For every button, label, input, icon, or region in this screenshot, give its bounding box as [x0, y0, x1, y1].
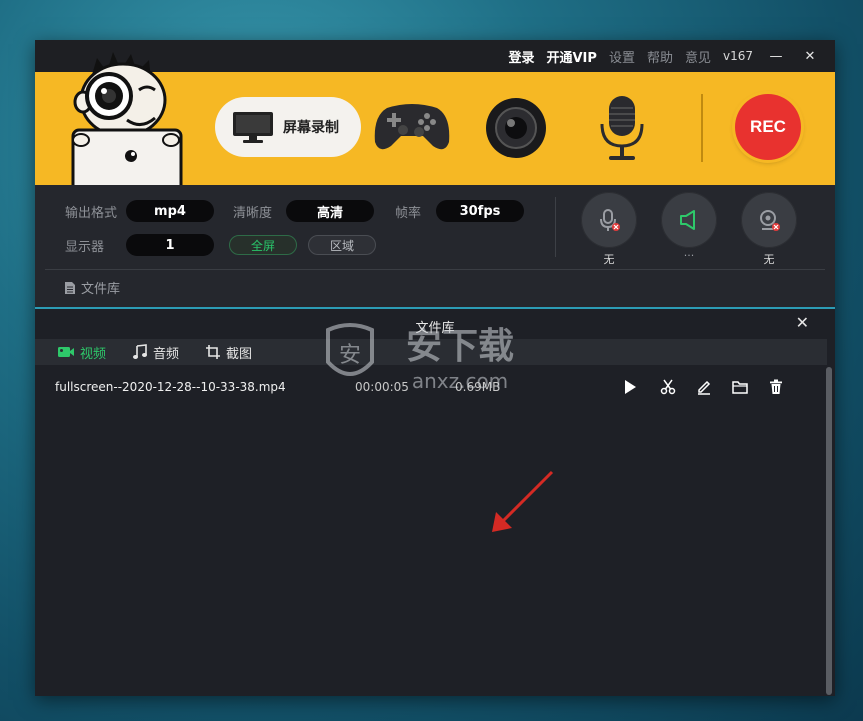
close-button[interactable]: ✕ — [799, 49, 821, 64]
microphone-icon[interactable] — [597, 94, 647, 162]
speaker-icon — [680, 210, 695, 230]
record-settings: 输出格式 mp4 清晰度 高清 帧率 30fps 显示器 1 全屏 区域 无 ·… — [35, 185, 835, 307]
scissors-icon — [660, 379, 676, 395]
region-button[interactable]: 区域 — [308, 235, 376, 255]
open-folder-button[interactable] — [730, 377, 750, 397]
monitor-icon — [233, 112, 273, 143]
version-label: v167 — [722, 49, 753, 63]
login-link[interactable]: 登录 — [508, 47, 534, 66]
title-menu: 登录 开通VIP 设置 帮助 意见 v167 — ✕ — [496, 40, 821, 72]
pencil-icon — [698, 380, 711, 395]
library-close-button[interactable]: ✕ — [796, 313, 809, 332]
fps-label: 帧率 — [395, 206, 422, 221]
banner-divider — [701, 94, 703, 162]
fps-select[interactable]: 30fps — [436, 200, 524, 222]
rec-button[interactable]: REC — [735, 94, 801, 160]
mic-off-icon — [600, 209, 620, 231]
rename-button[interactable] — [694, 377, 714, 397]
delete-button[interactable] — [766, 377, 786, 397]
play-icon — [625, 380, 636, 394]
library-scroll-thumb[interactable] — [826, 367, 832, 695]
watermark: 安 安下载 anxz.com — [320, 316, 540, 400]
camera-icon[interactable] — [485, 97, 547, 159]
file-name: fullscreen--2020-12-28--10-33-38.mp4 — [55, 380, 286, 394]
document-icon — [65, 281, 75, 294]
mic-caption: 无 — [603, 253, 615, 266]
format-select[interactable]: mp4 — [126, 200, 214, 222]
folder-icon — [732, 381, 748, 394]
watermark-sub: anxz.com — [412, 369, 508, 393]
camera-caption: 无 — [763, 253, 775, 266]
tab-audio[interactable]: 音频 — [132, 343, 179, 362]
tab-video[interactable]: 视频 — [57, 343, 106, 362]
tab-video-label: 视频 — [80, 346, 107, 362]
tab-audio-label: 音频 — [153, 346, 180, 362]
watermark-text: 安下载 — [406, 326, 514, 367]
mic-toggle-button[interactable] — [581, 192, 637, 248]
vip-link[interactable]: 开通VIP — [547, 47, 597, 66]
clarity-select[interactable]: 高清 — [286, 200, 374, 222]
minimize-button[interactable]: — — [765, 49, 787, 64]
mascot-logo — [71, 52, 183, 185]
gamepad-icon[interactable] — [373, 102, 451, 154]
screen-record-mode-button[interactable]: 屏幕录制 — [215, 97, 361, 157]
speaker-toggle-button[interactable] — [661, 192, 717, 248]
file-library-link[interactable]: 文件库 — [63, 278, 120, 297]
crop-icon — [205, 344, 221, 360]
fullscreen-button[interactable]: 全屏 — [229, 235, 297, 255]
display-label: 显示器 — [65, 240, 105, 255]
cut-button[interactable] — [658, 377, 678, 397]
file-library-label: 文件库 — [81, 282, 121, 297]
settings-divider — [555, 197, 556, 257]
clarity-label: 清晰度 — [233, 206, 273, 221]
speaker-caption: ··· — [683, 249, 695, 262]
music-note-icon — [132, 344, 148, 360]
tab-screenshot-label: 截图 — [226, 346, 253, 362]
tab-screenshot[interactable]: 截图 — [205, 343, 252, 362]
play-button[interactable] — [620, 377, 640, 397]
display-select[interactable]: 1 — [126, 234, 214, 256]
library-scrollbar[interactable] — [826, 367, 832, 695]
screen-record-label: 屏幕录制 — [283, 120, 339, 136]
settings-separator — [45, 269, 825, 270]
help-link[interactable]: 帮助 — [647, 47, 673, 66]
webcam-off-icon — [760, 210, 780, 231]
camera-toggle-button[interactable] — [741, 192, 797, 248]
watermark-badge-text: 安 — [339, 343, 361, 368]
feedback-link[interactable]: 意见 — [685, 47, 711, 66]
trash-icon — [770, 379, 782, 394]
settings-link[interactable]: 设置 — [609, 47, 635, 66]
mode-banner: 屏幕录制 REC — [35, 52, 835, 185]
annotation-arrow — [492, 470, 554, 532]
format-label: 输出格式 — [65, 206, 118, 221]
video-icon — [57, 345, 75, 359]
